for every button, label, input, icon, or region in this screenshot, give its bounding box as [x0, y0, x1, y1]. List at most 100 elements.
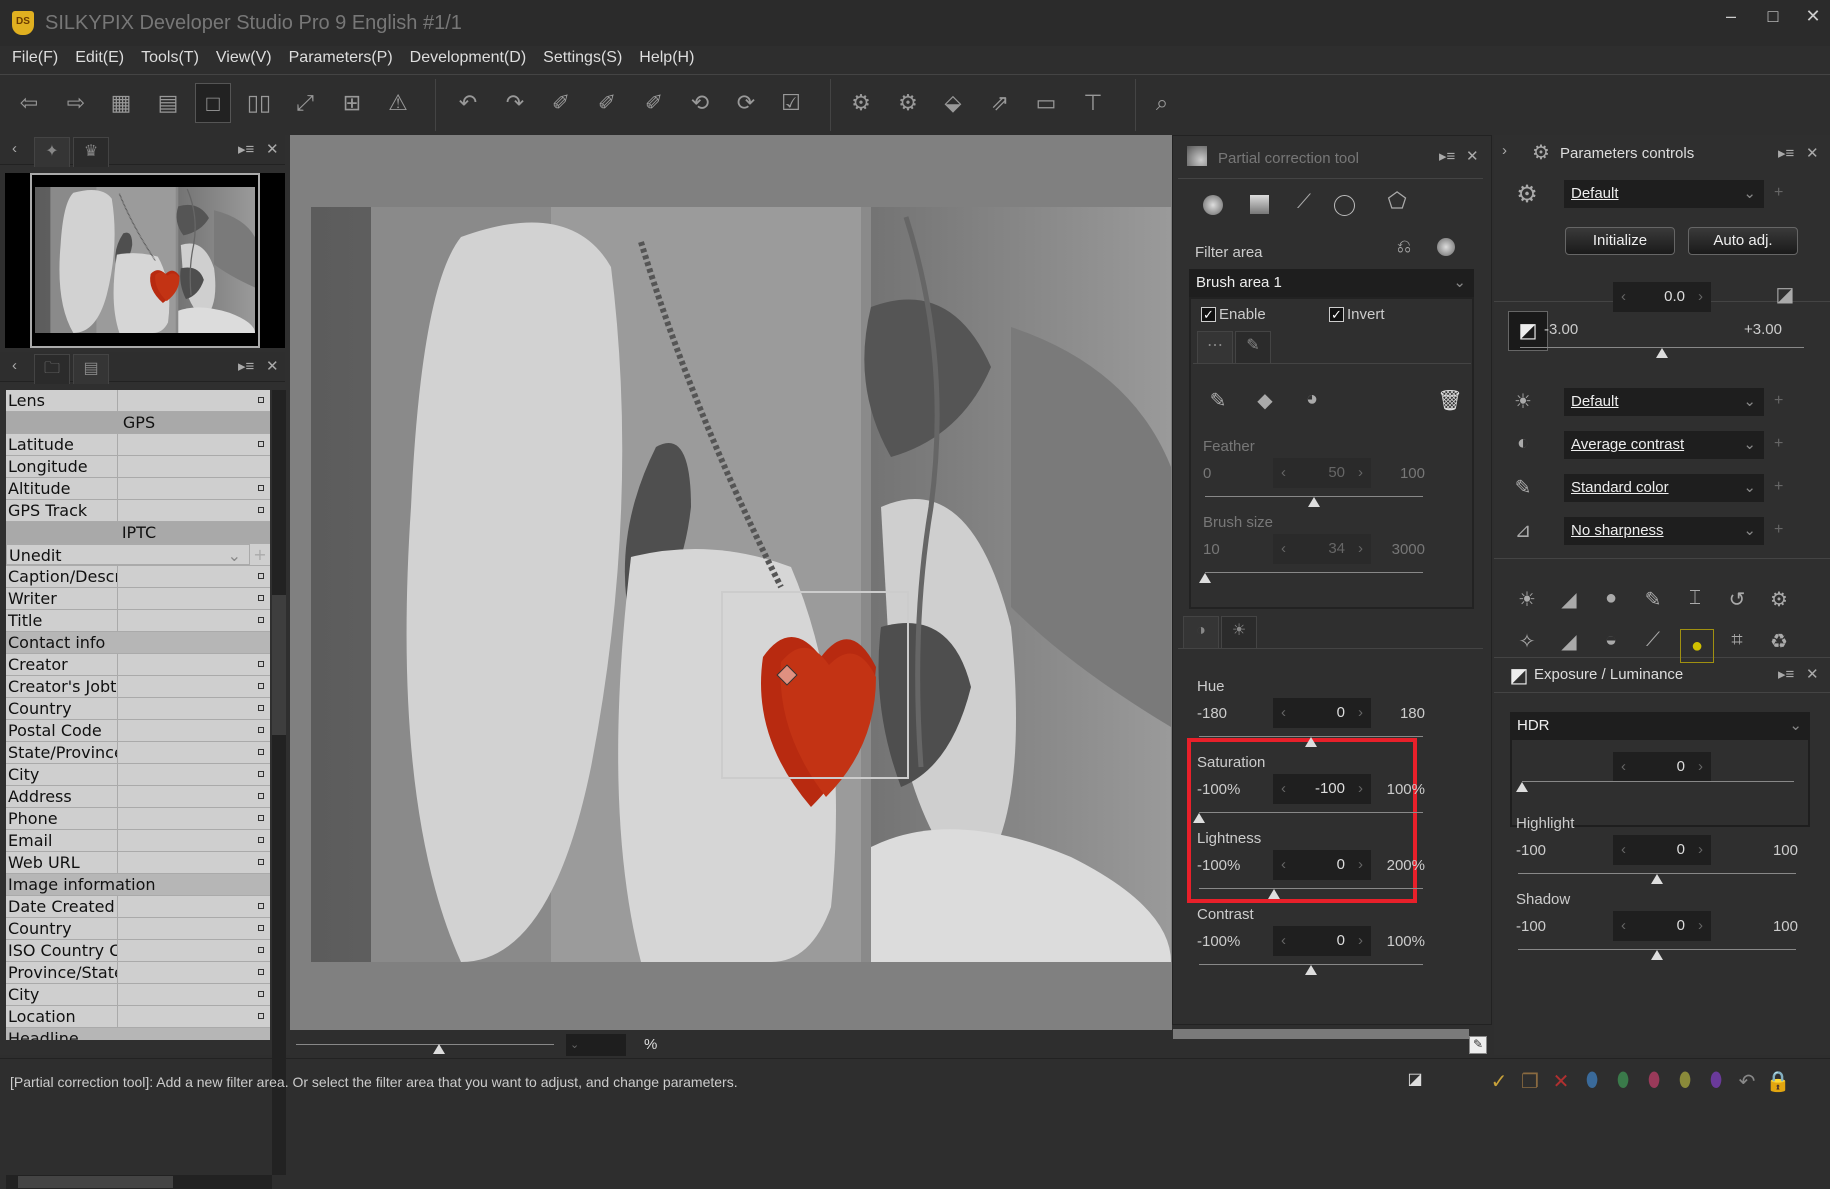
metadata-row[interactable]: ISO Country C [6, 940, 270, 962]
hue-value-box[interactable]: ‹ 0 › [1273, 698, 1371, 728]
tone-dropdown[interactable]: Default ⌄ [1564, 388, 1764, 416]
white-balance-picker-icon[interactable]: ✐ [543, 83, 579, 123]
close-window-button[interactable]: ✕ [1798, 6, 1828, 27]
menu-edit[interactable]: Edit(E) [75, 46, 124, 72]
forward-icon[interactable]: ⇨ [58, 83, 94, 123]
eraser-icon[interactable]: ◆ [1250, 388, 1280, 413]
menu-view[interactable]: View(V) [216, 46, 272, 72]
metadata-value[interactable] [118, 500, 270, 521]
reset-filter-icon[interactable]: ⎌ [1389, 236, 1419, 257]
tools-icon[interactable]: ⊤ [1075, 83, 1111, 123]
hdr-slider[interactable] [1522, 781, 1794, 782]
undo-mark-icon[interactable]: ↶ [1732, 1069, 1762, 1094]
add-color-icon[interactable]: + [1774, 478, 1783, 496]
metadata-value[interactable] [118, 896, 270, 917]
brush-cursor-icon[interactable]: ✎ [1469, 1036, 1487, 1054]
collapse-left-icon[interactable]: ‹ [12, 140, 17, 157]
add-contrast-icon[interactable]: + [1774, 435, 1783, 453]
feather-slider-thumb[interactable] [1308, 497, 1320, 507]
iptc-mode-select[interactable]: Unedit ⌄ [6, 544, 250, 565]
add-sharpness-icon[interactable]: + [1774, 521, 1783, 539]
metadata-value[interactable] [118, 962, 270, 983]
hdr-slider-thumb[interactable] [1516, 782, 1528, 792]
metadata-value[interactable] [118, 588, 270, 609]
panel-menu-icon[interactable]: ▸≡ [1778, 144, 1794, 162]
decrement-icon[interactable]: ‹ [1281, 850, 1286, 880]
compare-view-icon[interactable]: ▯▯ [241, 83, 277, 123]
increment-icon[interactable]: › [1358, 850, 1363, 880]
collapse-left-icon[interactable]: ‹ [12, 357, 17, 374]
copy-icon[interactable]: ❐ [1515, 1069, 1545, 1094]
metadata-row[interactable]: Province/State [6, 962, 270, 984]
metadata-row[interactable]: City [6, 764, 270, 786]
metadata-value[interactable] [118, 1006, 270, 1027]
black-picker-icon[interactable]: ✐ [636, 83, 672, 123]
saturation-slider[interactable] [1199, 812, 1423, 813]
panel-menu-icon[interactable]: ▸≡ [1778, 665, 1794, 683]
contrast-value-box[interactable]: ‹ 0 › [1273, 926, 1371, 956]
metadata-hscrollbar[interactable] [6, 1175, 272, 1189]
crop-tool-icon[interactable]: ⌗ [1722, 629, 1752, 652]
panel-close-icon[interactable]: ✕ [1466, 147, 1479, 165]
highlight-value-box[interactable]: ‹ 0 › [1613, 835, 1711, 865]
warning-icon[interactable]: ⚠ [380, 83, 416, 123]
maximize-button[interactable]: □ [1758, 6, 1788, 27]
metadata-row[interactable]: Writer [6, 588, 270, 610]
metadata-row[interactable]: City [6, 984, 270, 1006]
menu-file[interactable]: File(F) [12, 46, 58, 72]
metadata-row[interactable]: GPS Track [6, 500, 270, 522]
radial-filter-tool-icon[interactable] [1203, 195, 1223, 215]
purple-tag-icon[interactable]: ⬮ [1701, 1069, 1731, 1092]
initialize-button[interactable]: Initialize [1565, 227, 1675, 255]
auto-mask-icon[interactable]: ◕ [1297, 388, 1327, 411]
metadata-value[interactable] [118, 566, 270, 587]
sharpness-tool-icon[interactable]: ◢ [1554, 629, 1584, 654]
panel-close-icon[interactable]: ✕ [1806, 144, 1819, 162]
panel-menu-icon[interactable]: ▸≡ [1439, 147, 1455, 165]
screen-icon[interactable]: ▭ [1028, 83, 1064, 123]
panel-menu-icon[interactable]: ▸≡ [238, 357, 254, 375]
exposure-slider-thumb[interactable] [1656, 348, 1668, 358]
saturation-slider-thumb[interactable] [1193, 813, 1205, 823]
color-tool-icon[interactable]: ✎ [1638, 587, 1668, 612]
mark-ok-icon[interactable]: ✓ [1484, 1069, 1514, 1094]
metadata-row[interactable]: Address [6, 786, 270, 808]
decrement-icon[interactable]: ‹ [1621, 911, 1626, 941]
metadata-value[interactable] [118, 808, 270, 829]
metadata-select[interactable]: Unedit ⌄ + [6, 544, 270, 566]
fullscreen-icon[interactable]: ⤢ [287, 83, 323, 123]
tab-color-adjust[interactable]: ◑ [1183, 616, 1219, 648]
green-tag-icon[interactable]: ⬮ [1608, 1069, 1638, 1092]
redo-icon[interactable]: ↷ [497, 83, 533, 123]
save-settings-icon[interactable]: ⚙ [843, 83, 879, 123]
shadow-value-box[interactable]: ‹ 0 › [1613, 911, 1711, 941]
filter-area-dropdown[interactable]: Brush area 1 ⌄ [1189, 269, 1474, 297]
graduated-filter-tool-icon[interactable] [1250, 195, 1269, 214]
increment-icon[interactable]: › [1358, 458, 1363, 488]
metadata-value[interactable] [118, 786, 270, 807]
add-tone-icon[interactable]: + [1774, 392, 1783, 410]
metadata-value[interactable] [118, 830, 270, 851]
menu-settings[interactable]: Settings(S) [543, 46, 622, 72]
single-view-icon[interactable]: □ [195, 83, 231, 123]
tone-tool-icon[interactable]: ☀ [1512, 587, 1542, 612]
menu-tools[interactable]: Tools(T) [141, 46, 199, 72]
yellow-tag-icon[interactable]: ⬮ [1670, 1069, 1700, 1092]
metadata-row[interactable]: Longitude [6, 456, 270, 478]
lightness-slider-thumb[interactable] [1267, 889, 1280, 899]
decrement-icon[interactable]: ‹ [1281, 698, 1286, 728]
tab-brush-settings[interactable]: ⋯ [1197, 331, 1233, 363]
exposure-bias-icon[interactable]: ◩ [1508, 311, 1548, 351]
menu-help[interactable]: Help(H) [639, 46, 694, 72]
metadata-row[interactable]: Country [6, 918, 270, 940]
brush-size-slider[interactable] [1205, 572, 1423, 573]
zoom-input[interactable]: ⌄ [566, 1034, 626, 1056]
lightness-slider[interactable] [1199, 888, 1423, 889]
metadata-row[interactable]: Country [6, 698, 270, 720]
metadata-value[interactable] [118, 434, 270, 455]
undo-icon[interactable]: ↶ [450, 83, 486, 123]
filter-warning-icon[interactable] [1437, 238, 1455, 256]
metadata-row[interactable]: Creator's Jobti [6, 676, 270, 698]
metadata-value[interactable] [118, 852, 270, 873]
expand-icon[interactable]: › [1502, 142, 1507, 159]
